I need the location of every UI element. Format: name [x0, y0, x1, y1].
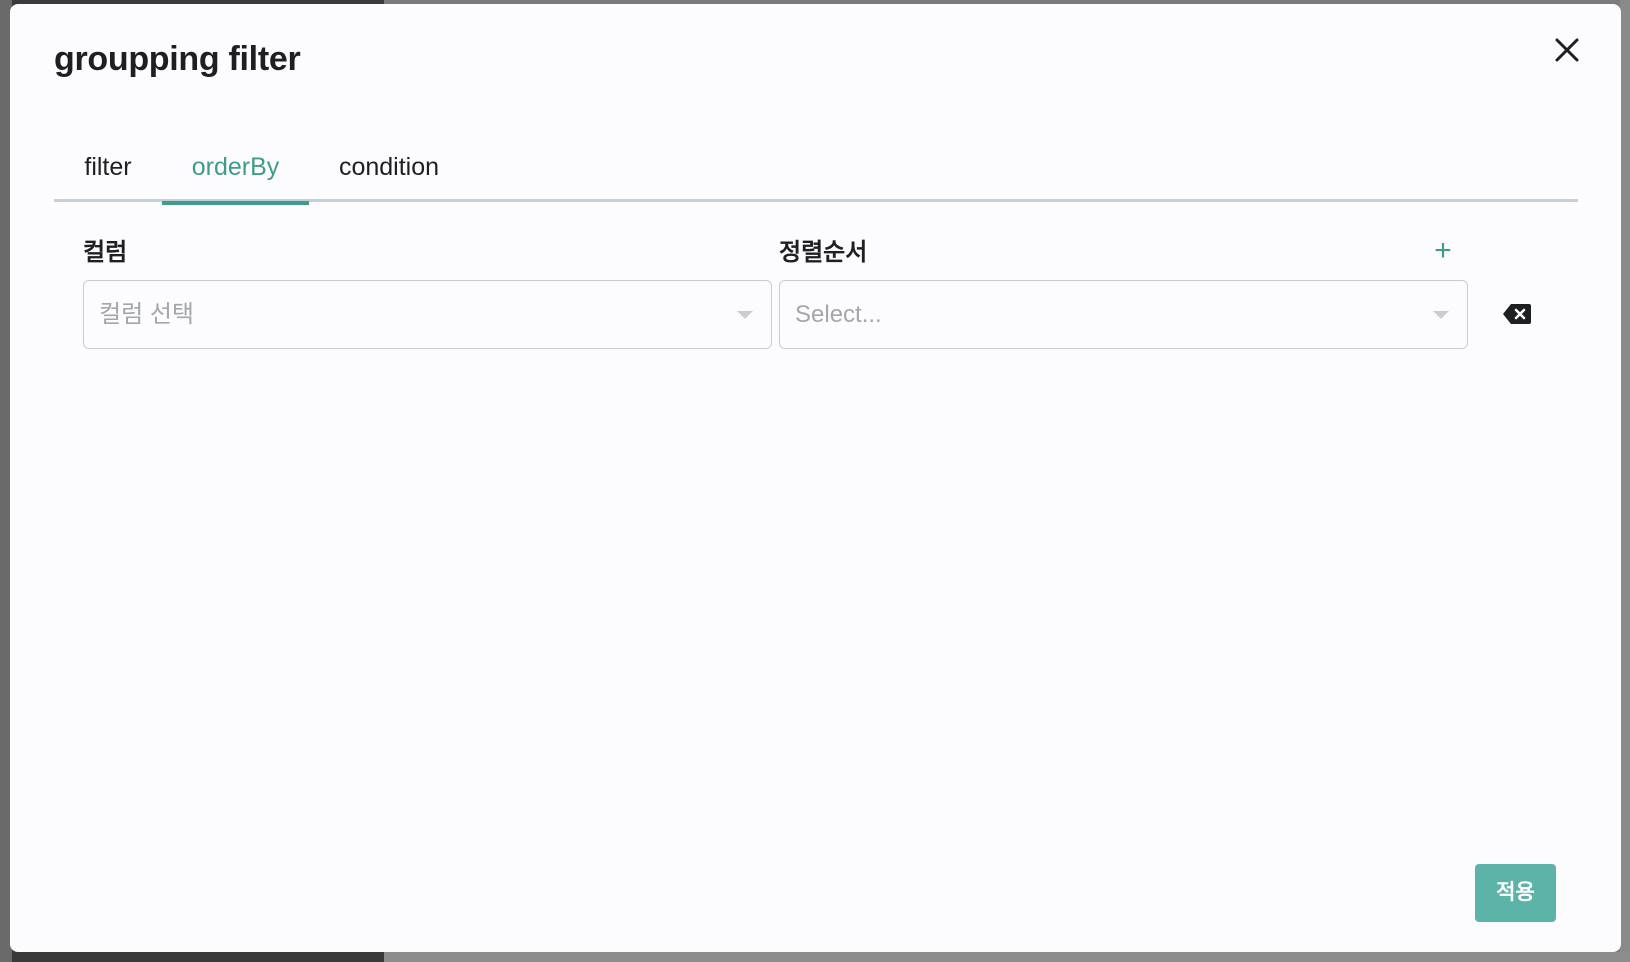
tab-filter[interactable]: filter	[54, 132, 162, 202]
modal-title: groupping filter	[54, 40, 301, 78]
tab-condition[interactable]: condition	[309, 132, 469, 202]
tab-bar: filter orderBy condition	[54, 132, 1578, 205]
add-row-button[interactable]: +	[1428, 236, 1458, 266]
backdrop-bottom-edge	[384, 952, 1630, 962]
backspace-delete-icon	[1503, 304, 1531, 324]
plus-icon: +	[1434, 234, 1452, 267]
backdrop-right-edge	[1620, 0, 1630, 962]
column-label: 컬럼	[83, 239, 128, 266]
column-select[interactable]: 컬럼 선택	[83, 280, 772, 349]
groupping-filter-modal: groupping filter filter orderBy conditio…	[10, 4, 1621, 952]
chevron-down-icon	[1433, 311, 1449, 319]
close-icon	[1555, 38, 1579, 62]
chevron-down-icon	[737, 311, 753, 319]
tab-orderby[interactable]: orderBy	[162, 132, 309, 205]
column-select-placeholder: 컬럼 선택	[99, 301, 194, 328]
sort-order-label: 정렬순서	[779, 239, 868, 266]
delete-row-button[interactable]	[1502, 302, 1532, 326]
sort-order-select-placeholder: Select...	[795, 301, 882, 328]
apply-button[interactable]: 적용	[1475, 864, 1556, 922]
sort-order-select[interactable]: Select...	[779, 280, 1468, 349]
close-button[interactable]	[1549, 32, 1585, 68]
